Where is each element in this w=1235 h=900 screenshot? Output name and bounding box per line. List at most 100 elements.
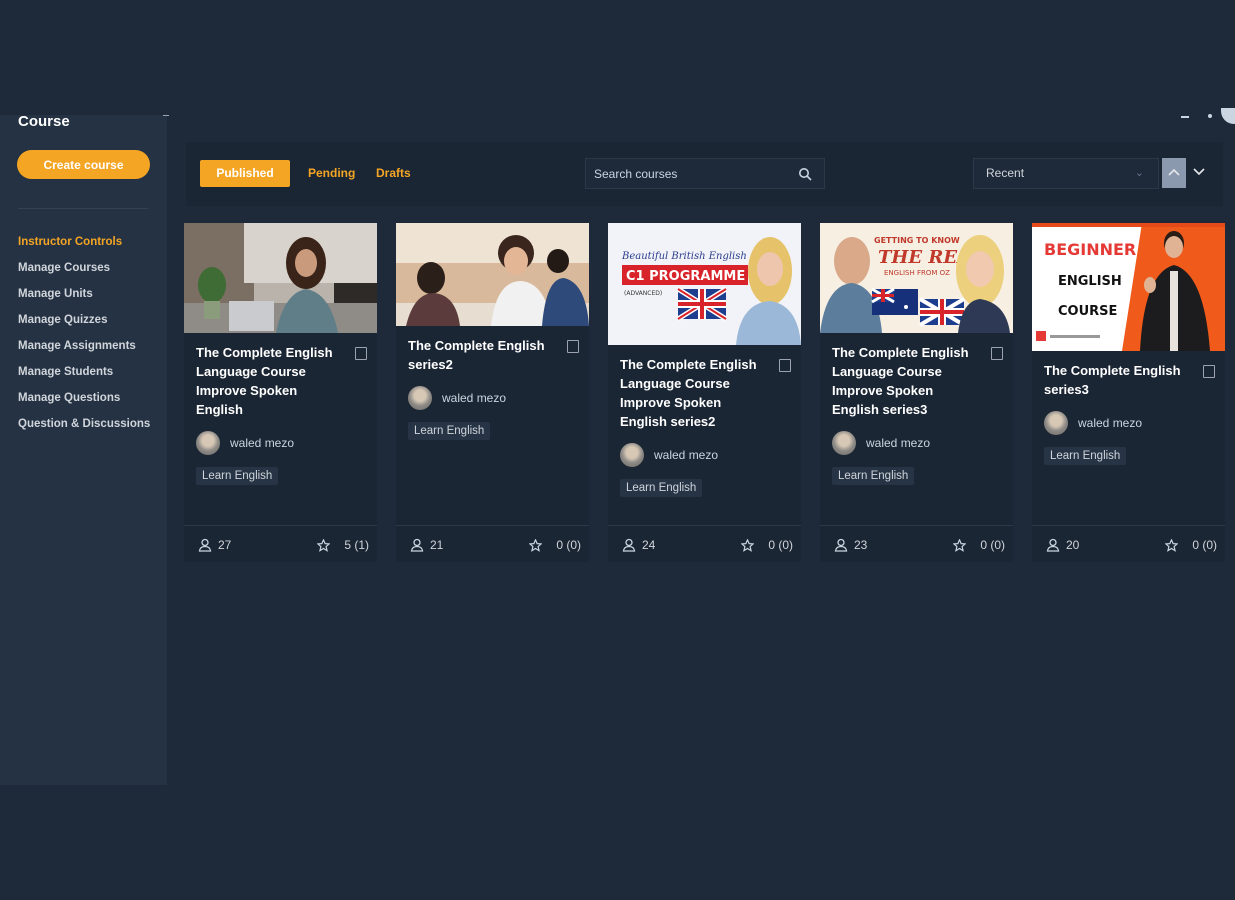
course-stats: 24 0 (0) [608,525,801,562]
search-box [585,158,825,189]
author-name: waled mezo [654,448,719,462]
course-thumbnail[interactable] [184,223,377,333]
collapse-icon[interactable] [163,115,169,116]
course-body: The Complete English Language Course Imp… [608,355,801,497]
star-icon [529,538,543,552]
sidebar: Course Create course Instructor Controls… [0,113,169,785]
rating: 0 (0) [1165,538,1217,552]
thumbnail-text: BEGINNER [1044,240,1136,259]
bookmark-icon[interactable] [1203,365,1215,378]
woman-laptop-photo [184,223,377,333]
tab-drafts[interactable]: Drafts [376,160,411,187]
course-author[interactable]: waled mezo [408,386,577,410]
course-thumbnail[interactable] [396,223,589,326]
students-count: 20 [1046,538,1079,552]
tab-published[interactable]: Published [200,160,290,187]
course-title[interactable]: The Complete English series2 [408,336,558,374]
course-author[interactable]: waled mezo [1044,411,1213,435]
sidebar-item-manage-students[interactable]: Manage Students [18,365,150,391]
top-right-controls [1135,108,1235,124]
author-name: waled mezo [230,436,295,450]
sidebar-item-manage-courses[interactable]: Manage Courses [18,261,150,287]
sidebar-item-manage-quizzes[interactable]: Manage Quizzes [18,313,150,339]
category-tag[interactable]: Learn English [408,422,491,440]
course-card[interactable]: GETTING TO KNOW THE REAL ENGLISH FROM OZ [820,223,1013,562]
course-body: The Complete English Language Course Imp… [184,343,377,485]
user-icon [834,538,848,552]
sidebar-title: Course [18,113,70,130]
bookmark-icon[interactable] [567,340,579,353]
user-icon [1046,538,1060,552]
author-name: waled mezo [1078,416,1143,430]
thumbnail-text: (ADVANCED) [624,290,662,297]
course-title[interactable]: The Complete English series3 [1044,361,1194,399]
bookmark-icon[interactable] [991,347,1003,360]
students-count: 27 [198,538,231,552]
course-body: The Complete English series3 waled mezo … [1032,361,1225,465]
sidebar-menu: Instructor Controls Manage Courses Manag… [18,235,150,443]
sidebar-item-question-discussions[interactable]: Question & Discussions [18,417,150,443]
course-grid: The Complete English Language Course Imp… [184,223,1225,563]
star-icon [741,538,755,552]
category-tag[interactable]: Learn English [1044,447,1127,465]
students-count: 23 [834,538,867,552]
thumbnail-text: Beautiful British English [621,251,747,262]
search-input[interactable] [594,159,794,188]
star-icon [1165,538,1179,552]
thumbnail-text: ENGLISH FROM OZ [884,269,950,277]
course-author[interactable]: waled mezo [196,431,365,455]
course-body: The Complete English series2 waled mezo … [396,336,589,440]
course-author[interactable]: waled mezo [832,431,1001,455]
course-title[interactable]: The Complete English Language Course Imp… [196,343,346,419]
course-author[interactable]: waled mezo [620,443,789,467]
course-body: The Complete English Language Course Imp… [820,343,1013,485]
course-stats: 21 0 (0) [396,525,589,562]
australian-english-thumbnail: GETTING TO KNOW THE REAL ENGLISH FROM OZ [820,223,1013,333]
sort-select[interactable]: Recent ⌄ [973,158,1159,189]
course-card[interactable]: The Complete English Language Course Imp… [184,223,377,562]
dot-icon[interactable] [1208,114,1212,118]
thumbnail-text: C1 PROGRAMME [626,269,745,284]
course-thumbnail[interactable]: Beautiful British English C1 PROGRAMME (… [608,223,801,345]
rating: 5 (1) [317,538,369,552]
avatar [1044,411,1068,435]
course-toolbar: Published Pending Drafts Recent ⌄ [186,142,1223,206]
user-icon [410,538,424,552]
course-stats: 27 5 (1) [184,525,377,562]
create-course-button[interactable]: Create course [17,150,150,179]
sidebar-heading-instructor-controls[interactable]: Instructor Controls [18,235,150,261]
tab-pending[interactable]: Pending [308,160,355,187]
sidebar-item-manage-questions[interactable]: Manage Questions [18,391,150,417]
user-icon [622,538,636,552]
category-tag[interactable]: Learn English [832,467,915,485]
sidebar-item-manage-assignments[interactable]: Manage Assignments [18,339,150,365]
sidebar-item-manage-units[interactable]: Manage Units [18,287,150,313]
rating: 0 (0) [953,538,1005,552]
bookmark-icon[interactable] [779,359,791,372]
minus-icon[interactable] [1181,116,1189,118]
sort-descending-icon[interactable] [1191,164,1207,180]
students-count: 21 [410,538,443,552]
user-avatar[interactable] [1221,108,1235,124]
avatar [832,431,856,455]
chevron-down-icon: ⌄ [1134,167,1144,179]
search-icon[interactable] [798,167,812,181]
star-icon [953,538,967,552]
category-tag[interactable]: Learn English [196,467,279,485]
classroom-photo [396,223,589,326]
avatar [408,386,432,410]
course-thumbnail[interactable]: GETTING TO KNOW THE REAL ENGLISH FROM OZ [820,223,1013,333]
course-card[interactable]: Beautiful British English C1 PROGRAMME (… [608,223,801,562]
course-card[interactable]: BEGINNER ENGLISH COURSE The Complete Eng… [1032,223,1225,562]
course-stats: 20 0 (0) [1032,525,1225,562]
category-tag[interactable]: Learn English [620,479,703,497]
star-icon [317,538,331,552]
course-card[interactable]: The Complete English series2 waled mezo … [396,223,589,562]
course-thumbnail[interactable]: BEGINNER ENGLISH COURSE [1032,223,1225,351]
sort-ascending-button[interactable] [1162,158,1186,188]
author-name: waled mezo [866,436,931,450]
bookmark-icon[interactable] [355,347,367,360]
rating: 0 (0) [529,538,581,552]
course-title[interactable]: The Complete English Language Course Imp… [832,343,982,419]
course-title[interactable]: The Complete English Language Course Imp… [620,355,770,431]
